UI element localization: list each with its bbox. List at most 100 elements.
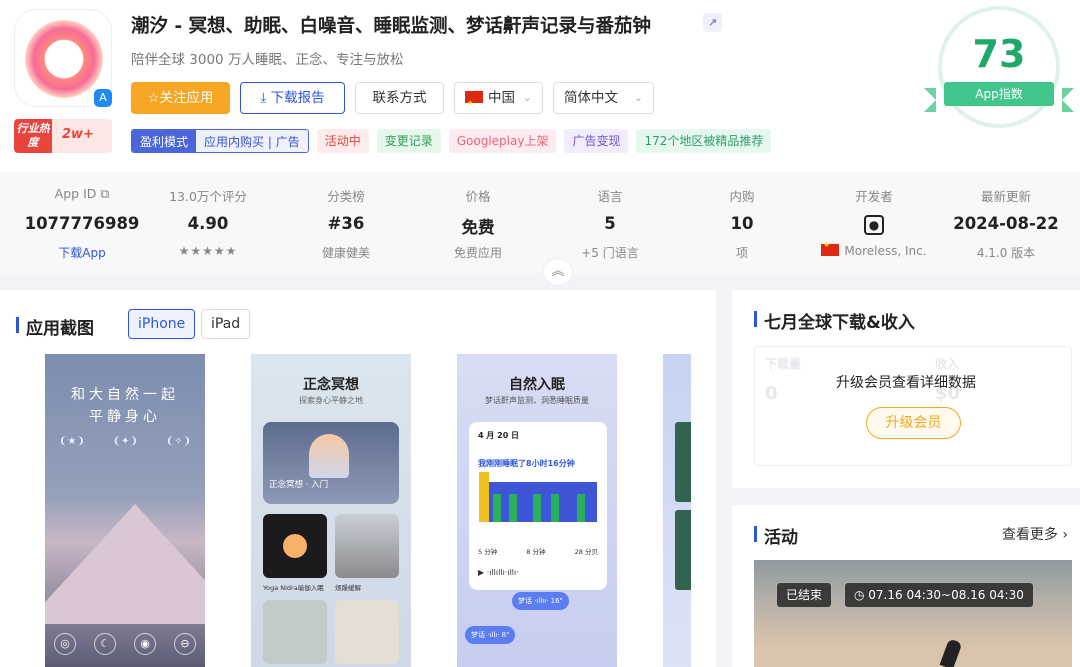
download-app-link[interactable]: 下载App: [16, 244, 148, 260]
stat-rating: 13.0万个评分 4.90 ★★★★★: [142, 172, 274, 260]
copy-icon[interactable]: ⧉: [100, 186, 109, 201]
screenshot-text: 28 分贝: [574, 548, 598, 556]
section-title: 七月全球下载&收入: [754, 308, 915, 333]
developer-name[interactable]: Moreless, Inc.: [844, 244, 926, 258]
screenshot-2[interactable]: 正念冥想 探索身心平静之地 正念冥想 · 入门 Yoga Nidra瑜伽入眠 烦…: [251, 354, 411, 667]
screenshot-text: 4 月 20 日: [478, 431, 520, 440]
screenshot-subtitle: 梦话鼾声监测，洞悉睡眠质量: [485, 396, 589, 405]
stat-sub: 健康健美: [321, 246, 370, 260]
tag-changelog[interactable]: 变更记录: [376, 129, 441, 153]
monetization-tag: 盈利模式 应用内购买 | 广告: [131, 129, 309, 153]
screenshot-1[interactable]: 和大自然一起 平静身心 ❨★❩ ❨✦❩ ❨✧❩ ◎ ☾ ◉ ⊖: [45, 354, 205, 667]
chevron-down-icon: ⌄: [522, 91, 532, 104]
collapse-chevron-icon[interactable]: ︽: [543, 258, 573, 286]
stat-sub: 项: [735, 246, 748, 260]
stat-developer: 开发者 ● Moreless, Inc.: [808, 172, 940, 260]
screenshot-text: 5 分钟: [478, 548, 498, 556]
screenshot-4[interactable]: [663, 354, 691, 667]
screenshot-subtitle: 探索身心平静之地: [299, 396, 363, 405]
tag-row: 盈利模式 应用内购买 | 广告 活动中 变更记录 Googleplay上架 广告变…: [131, 129, 772, 153]
heat-label: 行业热度: [14, 119, 52, 153]
tag-active[interactable]: 活动中: [316, 129, 369, 153]
laurels-icon: ❨★❩ ❨✦❩ ❨✧❩: [59, 436, 191, 447]
tab-ipad[interactable]: iPad: [201, 309, 251, 339]
section-title: 活动: [754, 523, 798, 548]
locked-message: 升级会员查看详细数据: [836, 375, 976, 391]
stat-value: 2024-08-22: [953, 214, 1059, 233]
screenshot-text: 正念冥想 · 入门: [269, 480, 329, 490]
monetization-value: 应用内购买 | 广告: [196, 130, 308, 152]
upgrade-button[interactable]: 升级会员: [866, 407, 961, 439]
activity-panel: 活动 查看更多 › 已结束 ◷ 07.16 04:30~08.16 04:30: [732, 505, 1080, 667]
tag-ad-monetization[interactable]: 广告变现: [564, 129, 629, 153]
screenshot-title: 正念冥想: [303, 377, 359, 393]
star-rating-icon: ★★★★★: [178, 244, 238, 258]
stats-bar: App ID ⧉ 1077776989 下载App 13.0万个评分 4.90 …: [0, 172, 1080, 273]
tab-iphone[interactable]: iPhone: [128, 309, 196, 339]
tag-googleplay[interactable]: Googleplay上架: [448, 129, 557, 153]
stat-iap: 内购 10 项: [676, 172, 808, 260]
locked-data-preview: 下载量 0 收入 $0: [754, 346, 1072, 466]
developer-avatar-icon[interactable]: ●: [864, 215, 884, 235]
external-link-icon[interactable]: ↗: [703, 13, 722, 32]
china-flag-icon: [821, 241, 840, 256]
stat-value: 4.90: [187, 214, 229, 233]
stat-label: 语言: [597, 189, 623, 204]
activity-time: ◷ 07.16 04:30~08.16 04:30: [844, 582, 1034, 608]
stat-label: App ID: [54, 186, 97, 201]
stat-label: 最新更新: [980, 189, 1031, 204]
screenshot-3[interactable]: 自然入眠 梦话鼾声监测，洞悉睡眠质量 4 月 20 日 我刚刚睡眠了8小时16分…: [457, 354, 617, 667]
stat-label: 价格: [465, 189, 491, 204]
circle-icon: ◉: [134, 633, 156, 655]
view-more-link[interactable]: 查看更多 ›: [1002, 524, 1068, 544]
country-label: 中国: [488, 90, 515, 106]
stat-sub: 4.1.0 版本: [976, 246, 1036, 260]
screenshot-text: Yoga Nidra瑜伽入眠: [263, 584, 324, 592]
screenshot-text: 烦躁缓解: [335, 584, 361, 592]
status-badge: 已结束: [776, 582, 833, 608]
app-subtitle: 陪伴全球 3000 万人睡眠、正念、专注与放松: [131, 52, 404, 68]
stat-value: 免费: [461, 218, 495, 237]
stat-label: 开发者: [855, 189, 893, 204]
stat-label: 分类榜: [327, 189, 365, 204]
minus-icon: ⊖: [174, 633, 196, 655]
industry-heat-badge: 行业热度 2w+: [14, 119, 112, 153]
screenshot-title: 自然入眠: [509, 377, 565, 393]
tag-featured[interactable]: 172个地区被精品推荐: [636, 129, 772, 153]
stat-price: 价格 免费 免费应用: [412, 172, 544, 260]
download-report-button[interactable]: ⤓ 下载报告: [240, 82, 345, 114]
follow-app-button[interactable]: ☆关注应用: [131, 82, 230, 114]
section-title: 应用截图: [16, 314, 94, 339]
screenshot-text: 平静身心: [89, 409, 161, 425]
app-header: A 行业热度 2w+ 潮汐 - 冥想、助眠、白噪音、睡眠监测、梦话鼾声记录与番茄…: [0, 0, 1080, 172]
stat-value: 1077776989: [24, 214, 140, 233]
screenshot-text: 8 分钟: [526, 548, 546, 556]
app-title: 潮汐 - 冥想、助眠、白噪音、睡眠监测、梦话鼾声记录与番茄钟: [131, 16, 652, 37]
score-value: 73: [972, 32, 1026, 76]
monetization-label: 盈利模式: [132, 130, 197, 152]
stat-app-id: App ID ⧉ 1077776989 下载App: [16, 172, 148, 260]
app-logo: [25, 20, 103, 98]
country-select[interactable]: 中国 ⌄: [454, 82, 543, 118]
stat-sub: +5 门语言: [581, 246, 639, 260]
stat-languages: 语言 5 +5 门语言: [544, 172, 676, 260]
app-store-icon: A: [94, 89, 112, 107]
moon-icon: ☾: [94, 633, 116, 655]
screenshot-text: 我刚刚睡眠了8小时16分钟: [478, 459, 575, 468]
stat-label: 内购: [729, 189, 755, 204]
screenshot-text: 和大自然一起: [71, 387, 179, 403]
stat-label: 13.0万个评分: [169, 189, 247, 204]
score-ribbon: App指数: [924, 82, 1074, 112]
activity-banner[interactable]: 已结束 ◷ 07.16 04:30~08.16 04:30: [754, 560, 1072, 667]
language-select[interactable]: 简体中文 ⌄: [553, 82, 654, 114]
downloads-panel: 七月全球下载&收入 下载量 0 收入 $0 升级会员查看详细数据 升级会员: [732, 290, 1080, 488]
contact-button[interactable]: 联系方式: [355, 82, 444, 114]
screenshot-text: 梦话 ·ıllı· 8": [465, 626, 516, 644]
heat-value: 2w+: [62, 127, 94, 142]
stat-category: 分类榜 #36 健康健美: [280, 172, 412, 260]
score-label: App指数: [944, 82, 1054, 106]
stat-value: #36: [327, 214, 365, 233]
stat-sub: 免费应用: [453, 246, 502, 260]
language-label: 简体中文: [564, 90, 618, 106]
stat-updated: 最新更新 2024-08-22 4.1.0 版本: [940, 172, 1072, 260]
